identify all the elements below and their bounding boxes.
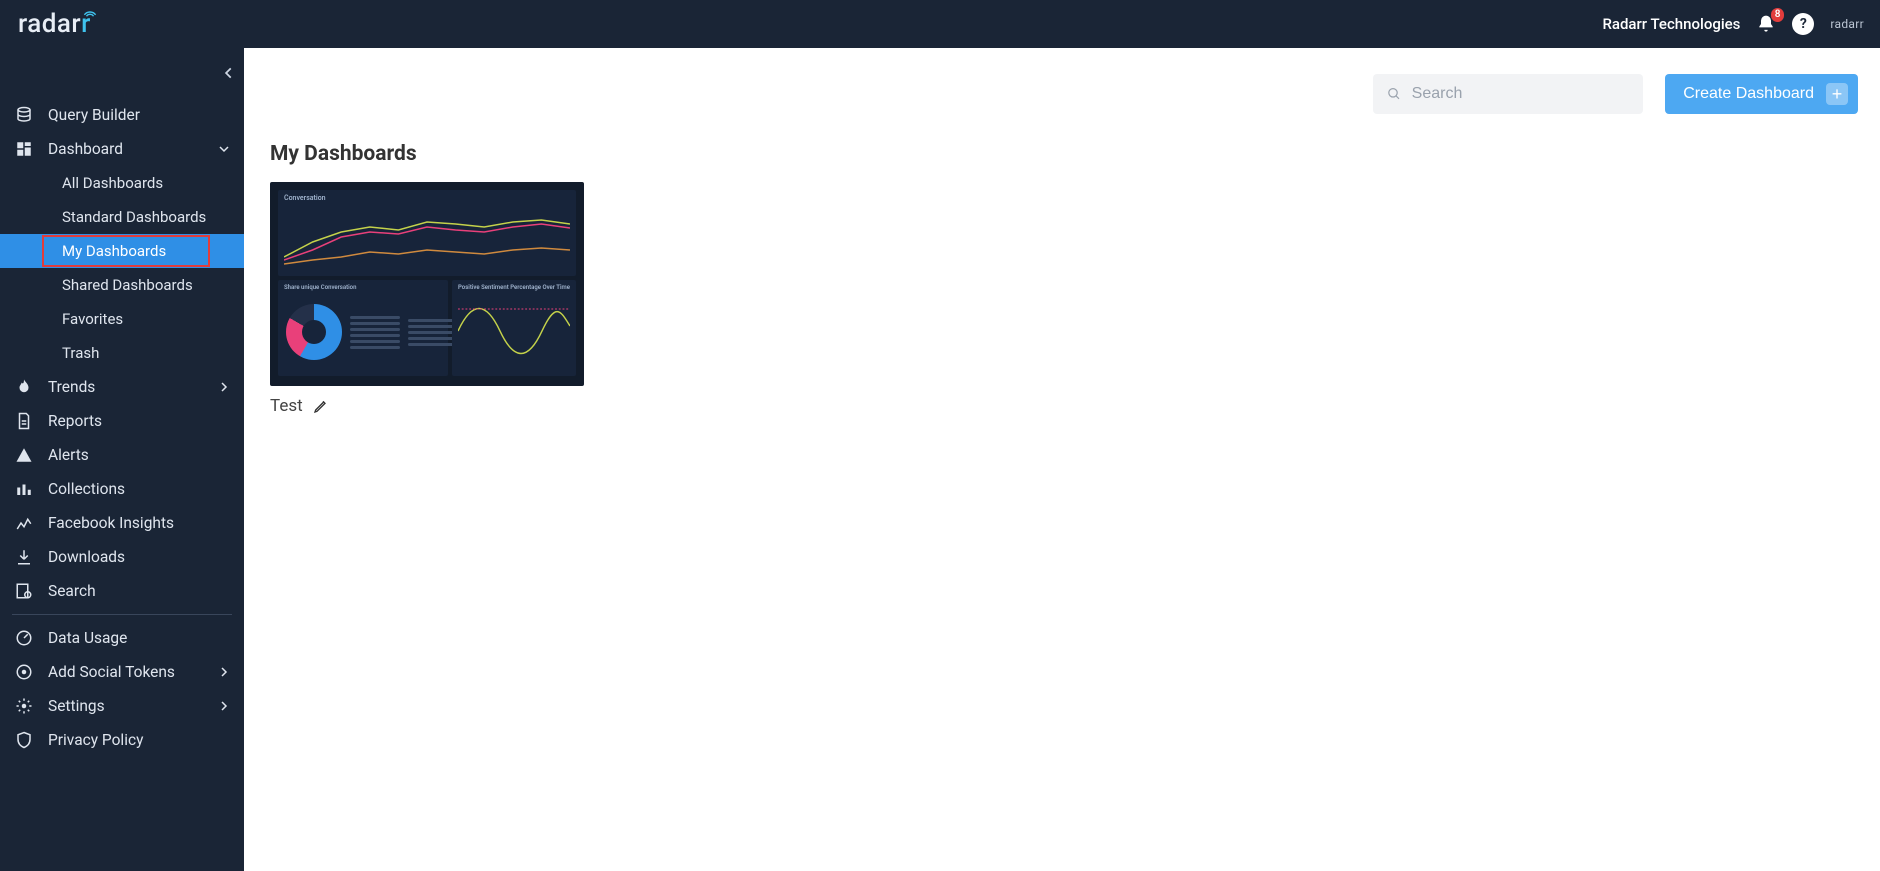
thumbnail-chart-donut: Share unique Conversation	[278, 280, 448, 376]
sidebar-item-label: Data Usage	[48, 629, 127, 647]
sidebar-item-search[interactable]: Search	[0, 574, 244, 608]
sidebar-sub-favorites[interactable]: Favorites	[0, 302, 244, 336]
sidebar-collapse-button[interactable]	[222, 66, 236, 80]
token-icon	[15, 663, 33, 681]
gear-icon	[15, 697, 33, 715]
sidebar-item-label: Reports	[48, 412, 102, 430]
shield-icon	[15, 731, 33, 749]
sidebar-item-facebook-insights[interactable]: Facebook Insights	[0, 506, 244, 540]
sidebar-item-label: Search	[48, 582, 96, 600]
sidebar-divider	[12, 614, 232, 615]
sidebar-item-label: Query Builder	[48, 106, 140, 124]
sidebar-item-alerts[interactable]: Alerts	[0, 438, 244, 472]
search-page-icon	[15, 582, 33, 600]
sidebar-sub-trash[interactable]: Trash	[0, 336, 244, 370]
sidebar-item-label: Dashboard	[48, 140, 123, 158]
sidebar-item-reports[interactable]: Reports	[0, 404, 244, 438]
dashboard-card: Conversation Share unique Conversation	[270, 182, 584, 416]
dashboard-icon	[15, 140, 33, 158]
sidebar-item-label: Alerts	[48, 446, 89, 464]
sidebar-item-label: Add Social Tokens	[48, 663, 175, 681]
create-dashboard-label: Create Dashboard	[1683, 85, 1814, 103]
sidebar-item-label: Settings	[48, 697, 105, 715]
sidebar: Query Builder Dashboard All Dashboards S…	[0, 48, 244, 871]
sidebar-item-label: All Dashboards	[62, 174, 163, 192]
sidebar-item-add-social-tokens[interactable]: Add Social Tokens	[0, 655, 244, 689]
notifications-button[interactable]: 8	[1756, 14, 1776, 34]
page-title: My Dashboards	[244, 114, 1880, 182]
dashboard-thumbnail[interactable]: Conversation Share unique Conversation	[270, 182, 584, 386]
sidebar-item-label: My Dashboards	[62, 242, 166, 260]
search-input[interactable]	[1412, 85, 1630, 103]
pencil-icon[interactable]	[313, 398, 329, 414]
search-box[interactable]	[1373, 74, 1643, 114]
chevron-right-icon	[218, 381, 230, 393]
database-icon	[15, 106, 33, 124]
sidebar-sub-standard-dashboards[interactable]: Standard Dashboards	[0, 200, 244, 234]
sidebar-item-dashboard[interactable]: Dashboard	[0, 132, 244, 166]
brand-logo[interactable]: radarr	[18, 9, 91, 39]
sidebar-sub-my-dashboards[interactable]: My Dashboards	[0, 234, 244, 268]
thumbnail-chart-wave: Positive Sentiment Percentage Over Time	[452, 280, 576, 376]
chevron-right-icon	[218, 666, 230, 678]
sidebar-item-label: Standard Dashboards	[62, 208, 206, 226]
insights-icon	[15, 514, 33, 532]
meter-icon	[15, 629, 33, 647]
sidebar-item-downloads[interactable]: Downloads	[0, 540, 244, 574]
download-icon	[15, 548, 33, 566]
dashboard-list: Conversation Share unique Conversation	[244, 182, 1880, 416]
alert-icon	[15, 446, 33, 464]
chevron-right-icon	[218, 700, 230, 712]
main-content: Create Dashboard + My Dashboards Convers…	[244, 48, 1880, 871]
thumbnail-chart-top: Conversation	[278, 190, 576, 276]
chevron-left-icon	[222, 66, 236, 80]
sidebar-item-label: Facebook Insights	[48, 514, 174, 532]
sidebar-sub-all-dashboards[interactable]: All Dashboards	[0, 166, 244, 200]
chevron-down-icon	[218, 143, 230, 155]
sidebar-sub-shared-dashboards[interactable]: Shared Dashboards	[0, 268, 244, 302]
wave-chart-icon	[458, 291, 570, 367]
mini-brand: radarr	[1830, 17, 1864, 31]
line-chart-icon	[284, 202, 570, 270]
plus-icon: +	[1826, 83, 1848, 105]
sidebar-item-label: Downloads	[48, 548, 125, 566]
notification-badge: 8	[1771, 8, 1785, 22]
help-button[interactable]: ?	[1792, 13, 1814, 35]
sidebar-item-label: Privacy Policy	[48, 731, 143, 749]
sidebar-item-label: Collections	[48, 480, 125, 498]
sidebar-item-trends[interactable]: Trends	[0, 370, 244, 404]
sidebar-item-label: Shared Dashboards	[62, 276, 193, 294]
org-name[interactable]: Radarr Technologies	[1602, 15, 1740, 33]
sidebar-item-collections[interactable]: Collections	[0, 472, 244, 506]
topbar: radarr Radarr Technologies 8 ? radarr	[0, 0, 1880, 48]
create-dashboard-button[interactable]: Create Dashboard +	[1665, 74, 1858, 114]
wifi-arc-icon	[83, 5, 97, 19]
collections-icon	[15, 480, 33, 498]
sidebar-item-data-usage[interactable]: Data Usage	[0, 621, 244, 655]
sidebar-item-settings[interactable]: Settings	[0, 689, 244, 723]
document-icon	[15, 412, 33, 430]
sidebar-item-privacy-policy[interactable]: Privacy Policy	[0, 723, 244, 757]
sidebar-item-label: Trends	[48, 378, 95, 396]
search-icon	[1387, 86, 1401, 102]
dashboard-name: Test	[270, 396, 303, 416]
flame-icon	[15, 378, 33, 396]
sidebar-item-label: Favorites	[62, 310, 123, 328]
sidebar-item-query-builder[interactable]: Query Builder	[0, 98, 244, 132]
toolbar: Create Dashboard +	[244, 48, 1880, 114]
sidebar-item-label: Trash	[62, 344, 99, 362]
